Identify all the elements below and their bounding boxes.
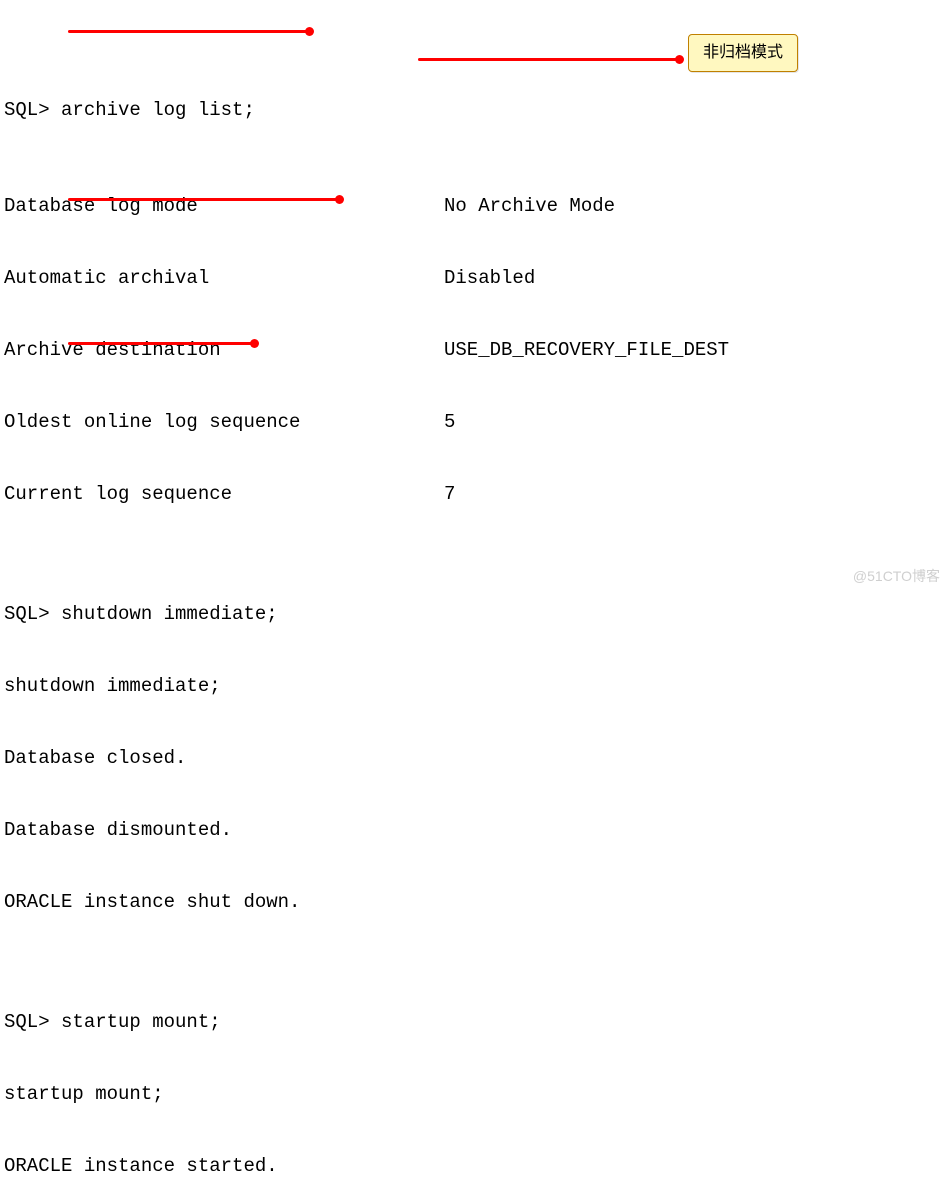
cmd-shutdown-immediate: shutdown immediate;: [61, 603, 278, 625]
kv-label: Current log sequence: [4, 482, 444, 506]
kv-label: Oldest online log sequence: [4, 410, 444, 434]
kv-value: No Archive Mode: [444, 194, 615, 218]
kv-value: 7: [444, 482, 455, 506]
sql-line-3: SQL> startup mount;: [4, 1010, 942, 1034]
watermark: @51CTO博客: [853, 564, 940, 588]
kv-label: Automatic archival: [4, 266, 444, 290]
startup-started: ORACLE instance started.: [4, 1154, 942, 1178]
sql-prompt: SQL>: [4, 603, 50, 625]
kv-value: 5: [444, 410, 455, 434]
sql-line-1: SQL> archive log list;: [4, 98, 942, 122]
kv-value: Disabled: [444, 266, 535, 290]
annotation-underline: [418, 58, 678, 61]
callout-no-archive-mode: 非归档模式: [688, 34, 798, 72]
kv-oldest-seq: Oldest online log sequence5: [4, 410, 942, 434]
kv-value: USE_DB_RECOVERY_FILE_DEST: [444, 338, 729, 362]
sql-prompt: SQL>: [4, 1011, 50, 1033]
annotation-underline: [68, 198, 338, 201]
annotation-underline: [68, 342, 253, 345]
terminal-output: SQL> archive log list; Database log mode…: [4, 2, 942, 1184]
shutdown-instdown: ORACLE instance shut down.: [4, 890, 942, 914]
sql-line-2: SQL> shutdown immediate;: [4, 602, 942, 626]
cmd-startup-mount: startup mount;: [61, 1011, 221, 1033]
startup-echo: startup mount;: [4, 1082, 942, 1106]
kv-auto-archival: Automatic archivalDisabled: [4, 266, 942, 290]
sql-prompt: SQL>: [4, 99, 50, 121]
shutdown-closed: Database closed.: [4, 746, 942, 770]
annotation-underline: [68, 30, 308, 33]
shutdown-dism: Database dismounted.: [4, 818, 942, 842]
shutdown-echo: shutdown immediate;: [4, 674, 942, 698]
callout-text: 非归档模式: [703, 44, 783, 61]
kv-current-seq: Current log sequence7: [4, 482, 942, 506]
cmd-archive-log-list: archive log list;: [61, 99, 255, 121]
